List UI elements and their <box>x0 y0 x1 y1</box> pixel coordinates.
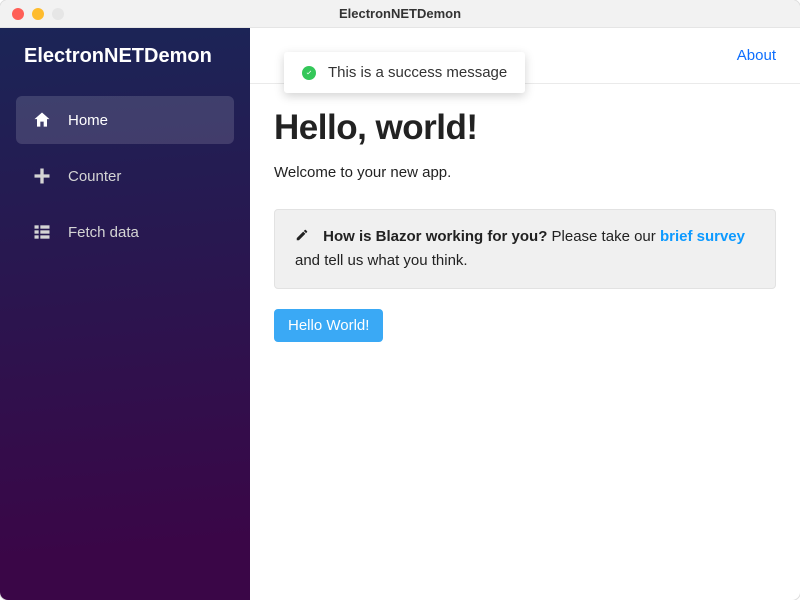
sidebar: ElectronNETDemon Home Counter <box>0 28 250 600</box>
minimize-window-icon[interactable] <box>32 8 44 20</box>
close-window-icon[interactable] <box>12 8 24 20</box>
sidebar-nav: Home Counter Fetch data <box>0 84 250 256</box>
pencil-icon <box>295 227 309 250</box>
brand-title: ElectronNETDemon <box>0 28 250 84</box>
welcome-text: Welcome to your new app. <box>274 164 776 181</box>
about-link[interactable]: About <box>737 47 776 64</box>
maximize-window-icon[interactable] <box>52 8 64 20</box>
window-controls <box>12 8 64 20</box>
sidebar-item-label: Counter <box>68 168 121 185</box>
app-body: ElectronNETDemon Home Counter <box>0 28 800 600</box>
home-icon <box>32 110 52 130</box>
toast-message: This is a success message <box>328 64 507 81</box>
toast-success: This is a success message <box>284 52 525 93</box>
list-icon <box>32 222 52 242</box>
survey-question: How is Blazor working for you? <box>323 228 547 245</box>
page-content: Hello, world! Welcome to your new app. H… <box>250 84 800 366</box>
success-check-icon <box>302 66 316 80</box>
sidebar-item-home[interactable]: Home <box>16 96 234 144</box>
app-window: ElectronNETDemon ElectronNETDemon Home C… <box>0 0 800 600</box>
plus-icon <box>32 166 52 186</box>
titlebar: ElectronNETDemon <box>0 0 800 28</box>
window-title: ElectronNETDemon <box>0 6 800 21</box>
hello-world-button[interactable]: Hello World! <box>274 309 383 342</box>
survey-prompt-before: Please take our <box>547 228 660 245</box>
sidebar-item-label: Fetch data <box>68 224 139 241</box>
survey-link[interactable]: brief survey <box>660 228 745 245</box>
survey-prompt-after: and tell us what you think. <box>295 252 468 269</box>
survey-alert: How is Blazor working for you? Please ta… <box>274 209 776 289</box>
sidebar-item-counter[interactable]: Counter <box>16 152 234 200</box>
main-panel: About This is a success message Hello, w… <box>250 28 800 600</box>
sidebar-item-label: Home <box>68 112 108 129</box>
sidebar-item-fetch-data[interactable]: Fetch data <box>16 208 234 256</box>
page-headline: Hello, world! <box>274 108 776 148</box>
